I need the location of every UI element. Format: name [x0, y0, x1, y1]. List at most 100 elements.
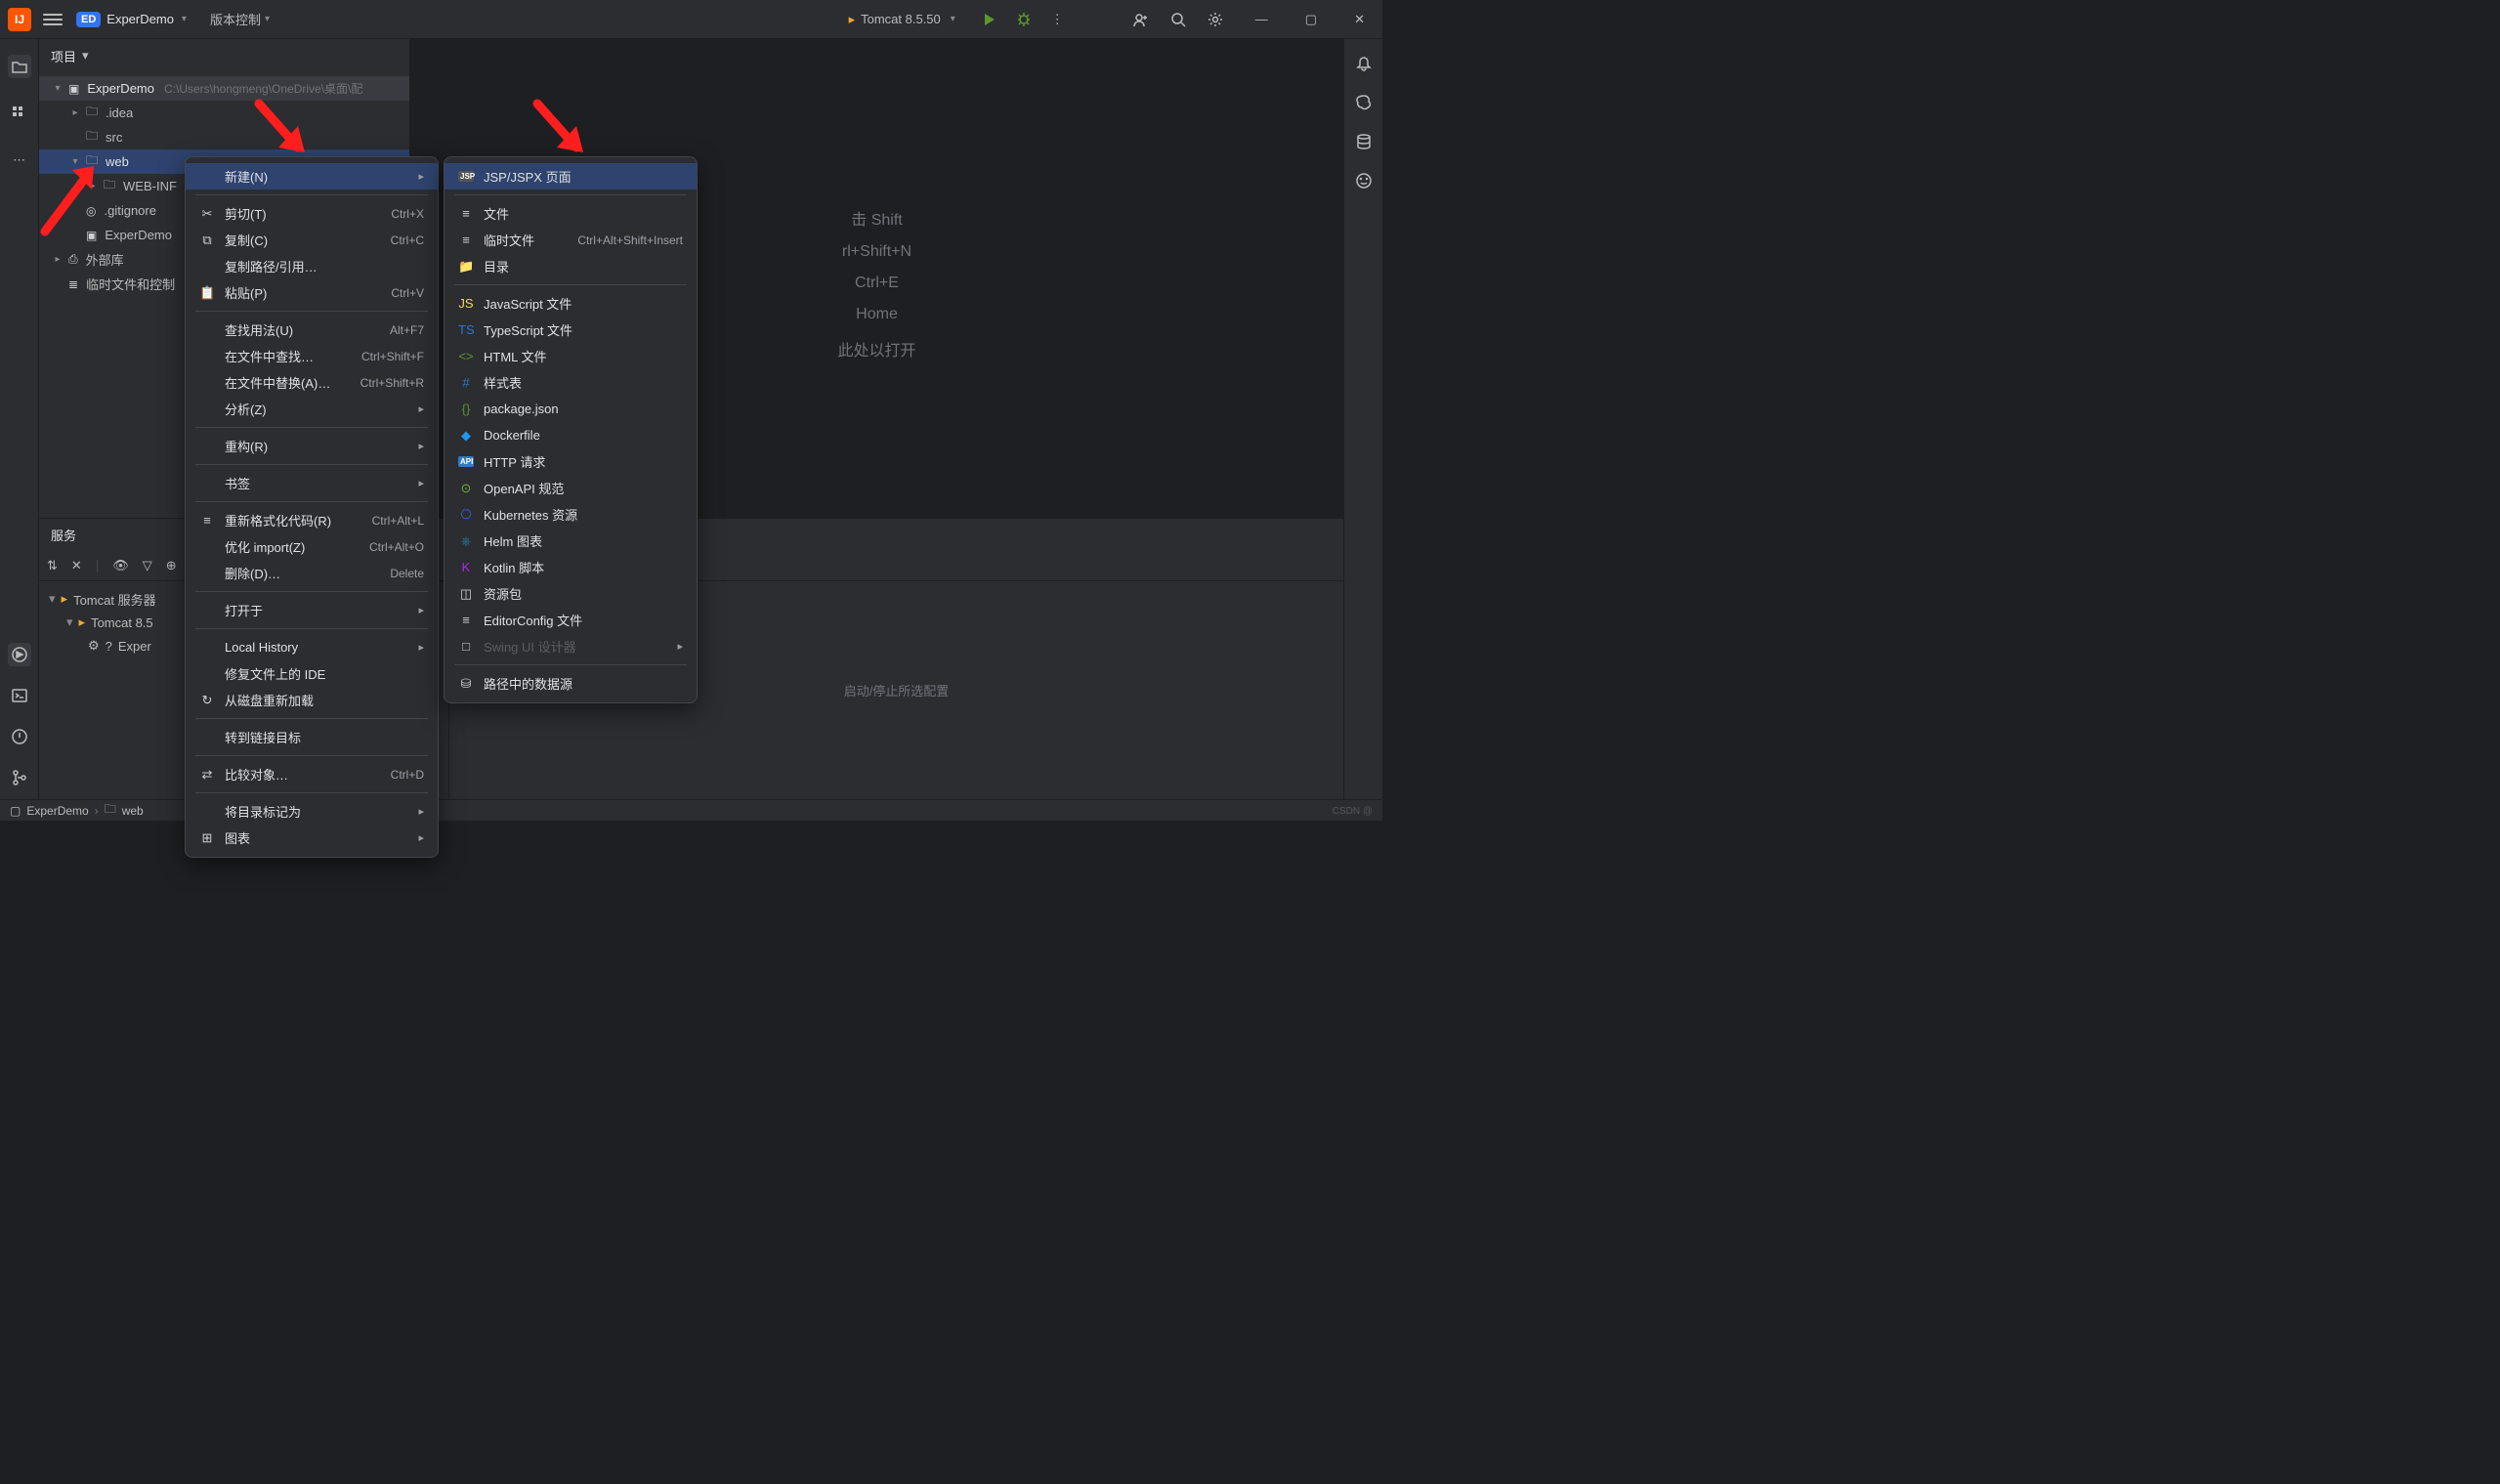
menu-item[interactable]: #样式表 [445, 369, 697, 396]
project-pane-header[interactable]: 项目 ▾ [39, 39, 409, 72]
menu-item[interactable]: ◫资源包 [445, 580, 697, 607]
settings-icon[interactable] [1207, 11, 1224, 28]
menu-item-label: 将目录标记为 [225, 802, 408, 821]
menu-item[interactable]: TSTypeScript 文件 [445, 317, 697, 343]
menu-item-label: Helm 图表 [484, 531, 683, 550]
tool-window-toggle-icon[interactable]: ▢ [10, 804, 21, 818]
menu-item[interactable]: JSJavaScript 文件 [445, 290, 697, 317]
menu-item[interactable]: ⎈Helm 图表 [445, 528, 697, 554]
menu-item-icon: ⇄ [199, 767, 215, 783]
view-icon[interactable]: 👁 [112, 558, 129, 573]
maximize-button[interactable]: ▢ [1305, 12, 1317, 27]
menu-item[interactable]: 📋粘贴(P)Ctrl+V [186, 279, 438, 306]
menu-item[interactable]: 修复文件上的 IDE [186, 660, 438, 687]
menu-item[interactable]: KKotlin 脚本 [445, 554, 697, 580]
menu-item[interactable]: ≡临时文件Ctrl+Alt+Shift+Insert [445, 227, 697, 253]
chevron-right-icon: ▸ [418, 477, 424, 489]
terminal-tool-button[interactable] [8, 684, 31, 707]
menu-item-icon: # [458, 375, 474, 390]
menu-item[interactable]: ↻从磁盘重新加载 [186, 687, 438, 713]
tree-item-src[interactable]: 🗀 src [39, 125, 409, 149]
menu-item-label: 书签 [225, 474, 408, 492]
chevron-right-icon[interactable]: ▸ [51, 254, 64, 265]
breadcrumb-2[interactable]: web [122, 804, 144, 818]
services-tool-button[interactable] [8, 643, 31, 666]
debug-button[interactable] [1016, 12, 1032, 27]
chevron-down-icon[interactable]: ▾ [51, 83, 64, 94]
close-button[interactable]: ✕ [1354, 12, 1365, 27]
menu-item[interactable]: ⧉复制(C)Ctrl+C [186, 227, 438, 253]
menu-item[interactable]: 新建(N)▸ [186, 163, 438, 190]
menu-item[interactable]: 将目录标记为 ▸ [186, 798, 438, 825]
folder-icon: 🗀 [86, 103, 98, 123]
notifications-icon[interactable] [1355, 55, 1373, 72]
more-actions-icon[interactable]: ⋮ [1051, 12, 1064, 27]
menu-item[interactable]: ≡EditorConfig 文件 [445, 607, 697, 633]
menu-item[interactable]: 查找用法(U)Alt+F7 [186, 317, 438, 343]
vcs-menu[interactable]: 版本控制▾ [210, 10, 270, 28]
run-config-selector[interactable]: ▸ Tomcat 8.5.50 ▾ [849, 12, 955, 27]
structure-tool-button[interactable] [8, 102, 31, 125]
expand-icon[interactable]: ⇅ [47, 558, 58, 573]
menu-item[interactable]: 📁目录 [445, 253, 697, 279]
menu-item[interactable]: 书签 ▸ [186, 470, 438, 496]
menu-item-shortcut: Ctrl+Shift+F [361, 350, 424, 363]
menu-item[interactable]: 重构(R)▸ [186, 433, 438, 459]
main-menu-button[interactable] [43, 14, 63, 25]
code-with-me-icon[interactable] [1132, 11, 1150, 28]
menu-item[interactable]: ✂剪切(T)Ctrl+X [186, 200, 438, 227]
chevron-right-icon[interactable]: ▸ [86, 181, 100, 191]
search-icon[interactable] [1169, 11, 1187, 28]
tree-item-idea[interactable]: ▸ 🗀 .idea [39, 101, 409, 125]
breadcrumb-1[interactable]: ExperDemo [26, 804, 88, 818]
close-icon[interactable]: ✕ [71, 558, 82, 573]
menu-item[interactable]: ⇄比较对象…Ctrl+D [186, 761, 438, 787]
database-tool-icon[interactable] [1355, 133, 1373, 150]
menu-item[interactable]: ≡重新格式化代码(R)Ctrl+Alt+L [186, 507, 438, 533]
menu-item[interactable]: Local History▸ [186, 634, 438, 660]
menu-item-label: EditorConfig 文件 [484, 611, 683, 629]
menu-item[interactable]: ⊙OpenAPI 规范 [445, 475, 697, 501]
menu-item-label: 粘贴(P) [225, 283, 381, 302]
project-name[interactable]: ExperDemo [106, 12, 174, 26]
menu-item[interactable]: 在文件中查找…Ctrl+Shift+F [186, 343, 438, 369]
menu-item[interactable]: 打开于▸ [186, 597, 438, 623]
chevron-right-icon: ▸ [418, 805, 424, 818]
menu-item[interactable]: 优化 import(Z)Ctrl+Alt+O [186, 533, 438, 560]
menu-item[interactable]: JSPJSP/JSPX 页面 [445, 163, 697, 190]
menu-item[interactable]: 分析(Z)▸ [186, 396, 438, 422]
menu-item[interactable]: 转到链接目标 [186, 724, 438, 750]
menu-item[interactable]: 删除(D)…Delete [186, 560, 438, 586]
run-button[interactable] [981, 12, 996, 27]
ai-tool-icon[interactable] [1355, 94, 1373, 111]
tree-root[interactable]: ▾ ▣ ExperDemo C:\Users\hongmeng\OneDrive… [39, 76, 409, 101]
chevron-right-icon[interactable]: ▸ [68, 107, 82, 118]
menu-item[interactable]: 在文件中替换(A)…Ctrl+Shift+R [186, 369, 438, 396]
problems-tool-button[interactable] [8, 725, 31, 748]
app-logo: IJ [8, 8, 31, 31]
menu-item-label: Kubernetes 资源 [484, 505, 683, 524]
menu-item[interactable]: {}package.json [445, 396, 697, 422]
chevron-down-icon[interactable]: ▾ [68, 156, 82, 167]
scratch-icon: ≣ [68, 277, 78, 291]
menu-item[interactable]: ⎔Kubernetes 资源 [445, 501, 697, 528]
menu-item[interactable]: APIHTTP 请求 [445, 448, 697, 475]
menu-item[interactable]: ≡文件 [445, 200, 697, 227]
chevron-right-icon: ▸ [418, 170, 424, 183]
more-tool-button[interactable]: ⋯ [8, 148, 31, 172]
menu-item[interactable]: ◆Dockerfile [445, 422, 697, 448]
emoji-tool-icon[interactable] [1355, 172, 1373, 190]
minimize-button[interactable]: — [1255, 12, 1268, 27]
menu-item-icon: ↻ [199, 693, 215, 708]
project-tool-button[interactable] [8, 55, 31, 78]
left-tool-strip: ⋯ [0, 39, 39, 799]
menu-item-shortcut: Delete [390, 567, 424, 580]
menu-item[interactable]: ⊞图表▸ [186, 825, 438, 851]
menu-item[interactable]: ⛁路径中的数据源 [445, 670, 697, 697]
vcs-tool-button[interactable] [8, 766, 31, 789]
filter-icon[interactable]: ▽ [143, 558, 152, 573]
tomcat-icon: ▸ [849, 12, 856, 27]
menu-item[interactable]: <>HTML 文件 [445, 343, 697, 369]
menu-item[interactable]: 复制路径/引用… [186, 253, 438, 279]
add-icon[interactable]: ⊕ [166, 558, 177, 573]
